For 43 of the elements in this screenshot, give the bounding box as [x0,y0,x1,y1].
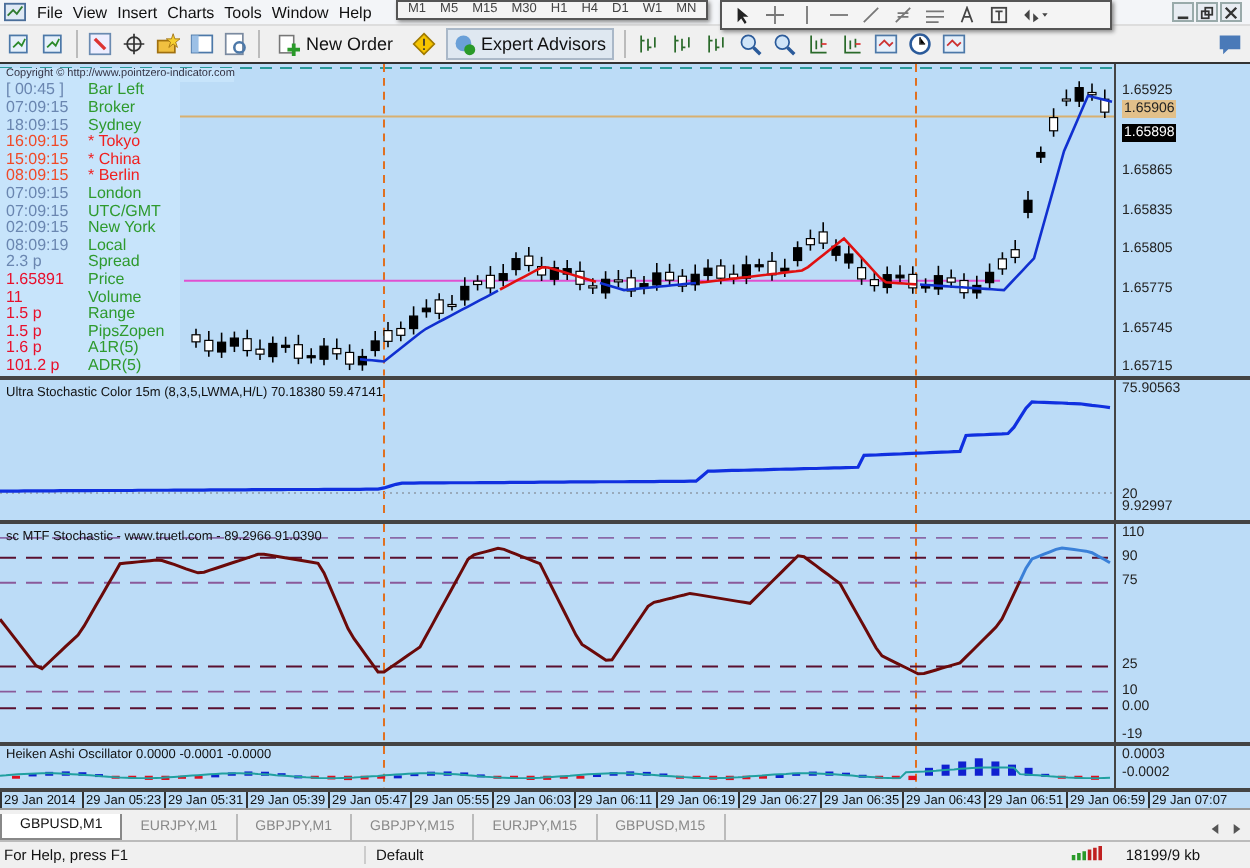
info-label: Volume [88,289,142,307]
info-label: Sydney [88,117,142,134]
info-value: 1.65891 [4,271,66,290]
menu-item[interactable]: View [67,3,113,22]
menu-item[interactable]: File [32,3,68,22]
info-label: UTC/GMT [88,203,161,220]
menu-item[interactable]: Window [266,3,334,22]
info-value: 1.5 p [4,306,44,324]
info-label: London [88,185,142,204]
info-label: PipsZopen [88,323,165,340]
expert-advisors-button[interactable]: Expert Advisors [445,28,615,61]
info-label: Price [88,271,125,290]
info-value: 18:09:15 [4,117,71,134]
info-label: A1R(5) [88,340,139,358]
info-value: [ 00:45 ] [4,82,66,100]
info-value: 101.2 p [4,357,62,376]
info-label: Broker [88,100,136,118]
info-value: 16:09:15 [4,134,71,152]
new-order-button[interactable]: New Order [270,28,402,61]
info-label: * Berlin [88,168,140,186]
info-value: 07:09:15 [4,203,71,220]
info-label: Spread [88,254,140,272]
info-value: 15:09:15 [4,151,71,168]
info-label: Bar Left [88,82,145,100]
info-value: 07:09:15 [4,185,71,204]
info-value: 08:09:19 [4,237,71,254]
menu-item[interactable]: Help [333,3,377,22]
info-value: 07:09:15 [4,100,71,118]
info-value: 1.6 p [4,340,44,358]
info-value: 08:09:15 [4,168,71,186]
info-label: Range [88,306,136,324]
menu-item[interactable]: Charts [162,3,220,22]
info-label: * Tokyo [88,134,141,152]
info-label: ADR(5) [88,357,142,376]
info-value: 11 [4,289,25,307]
info-label: * China [88,151,141,168]
info-label: New York [88,220,156,238]
info-value: 02:09:15 [4,220,71,238]
info-label: Local [88,237,127,254]
info-value: 2.3 p [4,254,44,272]
menu-item[interactable]: Tools [219,3,267,22]
menu-item[interactable]: Insert [112,3,163,22]
info-value: 1.5 p [4,323,44,341]
